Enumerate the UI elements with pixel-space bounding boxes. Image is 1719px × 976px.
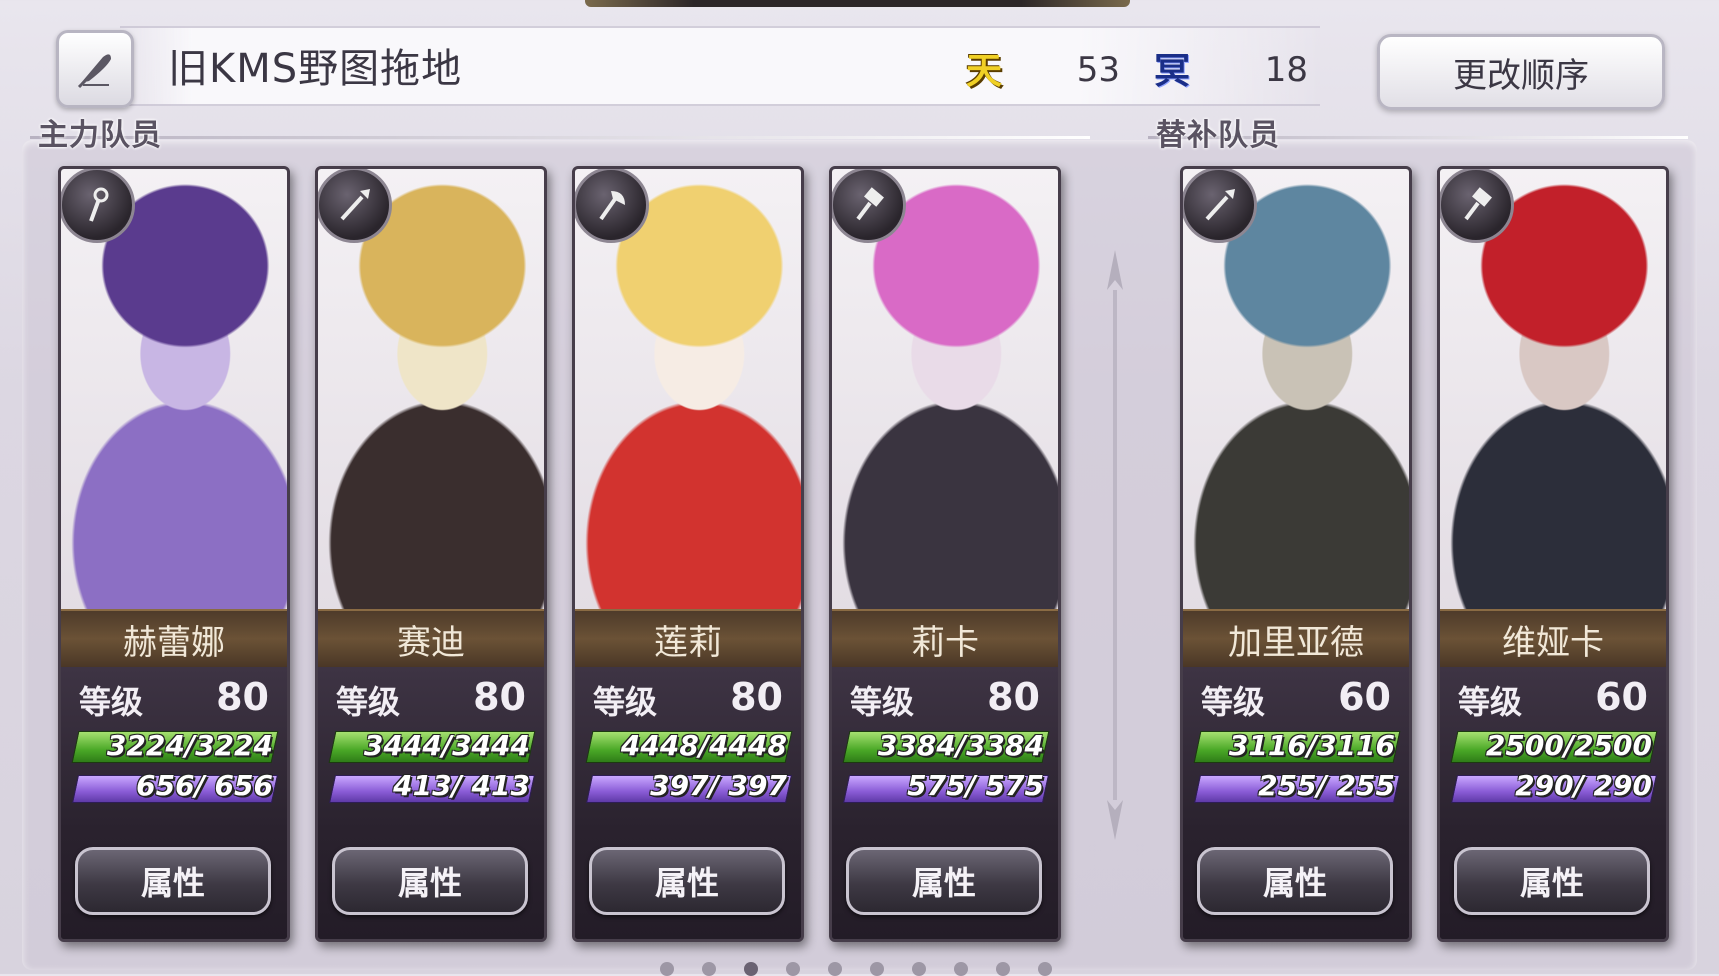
character-name: 赫蕾娜 <box>61 609 287 669</box>
character-stats: 等级 60 2500/2500 290/ 290 属性 <box>1440 667 1666 939</box>
level-value: 80 <box>216 675 269 719</box>
hp-value: 3116/3116 <box>1228 729 1395 762</box>
character-card[interactable]: 莲莉 等级 80 4448/4448 397/ 397 属性 <box>572 166 804 942</box>
spear-icon <box>1183 169 1257 243</box>
main-members-label: 主力队员 <box>38 118 162 153</box>
character-card[interactable]: 维娅卡 等级 60 2500/2500 290/ 290 属性 <box>1437 166 1669 942</box>
hammer-icon <box>832 169 906 243</box>
level-value: 60 <box>1338 675 1391 719</box>
level-label: 等级 <box>850 683 915 721</box>
level-value: 80 <box>473 675 526 719</box>
attributes-button[interactable]: 属性 <box>1454 847 1650 915</box>
sky-badge-icon: 天 <box>965 50 1002 92</box>
character-name: 加里亚德 <box>1183 609 1409 669</box>
level-value: 80 <box>730 675 783 719</box>
dark-count: 18 <box>1264 50 1308 90</box>
level-value: 60 <box>1595 675 1648 719</box>
mp-value: 255/ 255 <box>1258 769 1395 802</box>
hp-value: 3444/3444 <box>363 729 530 762</box>
character-name: 莉卡 <box>832 609 1058 669</box>
character-card[interactable]: 赫蕾娜 等级 80 3224/3224 656/ 656 属性 <box>58 166 290 942</box>
edit-team-name-button[interactable] <box>56 30 134 108</box>
mp-value: 413/ 413 <box>393 769 530 802</box>
sky-count: 53 <box>1076 50 1120 90</box>
level-label: 等级 <box>1458 683 1523 721</box>
character-card[interactable]: 加里亚德 等级 60 3116/3116 255/ 255 属性 <box>1180 166 1412 942</box>
character-card[interactable]: 莉卡 等级 80 3384/3384 575/ 575 属性 <box>829 166 1061 942</box>
spear-icon <box>318 169 392 243</box>
level-label: 等级 <box>1201 683 1266 721</box>
level-value: 80 <box>987 675 1040 719</box>
axe-icon <box>575 169 649 243</box>
mp-value: 656/ 656 <box>136 769 273 802</box>
attributes-button[interactable]: 属性 <box>1197 847 1393 915</box>
attributes-button[interactable]: 属性 <box>846 847 1042 915</box>
character-stats: 等级 60 3116/3116 255/ 255 属性 <box>1183 667 1409 939</box>
change-order-button[interactable]: 更改顺序 <box>1377 34 1665 110</box>
attributes-button[interactable]: 属性 <box>589 847 785 915</box>
character-stats: 等级 80 3224/3224 656/ 656 属性 <box>61 667 287 939</box>
level-label: 等级 <box>336 683 401 721</box>
staff-icon <box>61 169 135 243</box>
hammer-icon <box>1440 169 1514 243</box>
level-label: 等级 <box>79 683 144 721</box>
character-name: 维娅卡 <box>1440 609 1666 669</box>
level-label: 等级 <box>593 683 658 721</box>
mp-value: 290/ 290 <box>1515 769 1652 802</box>
mp-value: 575/ 575 <box>907 769 1044 802</box>
character-stats: 等级 80 3444/3444 413/ 413 属性 <box>318 667 544 939</box>
character-card[interactable]: 赛迪 等级 80 3444/3444 413/ 413 属性 <box>315 166 547 942</box>
feather-quill-icon <box>77 54 111 89</box>
reserve-members-label: 替补队员 <box>1156 118 1280 153</box>
hp-value: 4448/4448 <box>620 729 787 762</box>
character-name: 赛迪 <box>318 609 544 669</box>
dark-badge-icon: 冥 <box>1153 50 1190 92</box>
character-stats: 等级 80 4448/4448 397/ 397 属性 <box>575 667 801 939</box>
hp-value: 2500/2500 <box>1485 729 1652 762</box>
top-ornament <box>585 0 1130 7</box>
attributes-button[interactable]: 属性 <box>332 847 528 915</box>
main-section-line <box>30 136 1090 139</box>
hp-value: 3384/3384 <box>877 729 1044 762</box>
attributes-button[interactable]: 属性 <box>75 847 271 915</box>
character-name: 莲莉 <box>575 609 801 669</box>
section-divider <box>1107 250 1123 840</box>
hp-value: 3224/3224 <box>106 729 273 762</box>
mp-value: 397/ 397 <box>650 769 787 802</box>
page-indicator <box>660 962 1060 976</box>
team-name: 旧KMS野图拖地 <box>168 46 463 92</box>
character-stats: 等级 80 3384/3384 575/ 575 属性 <box>832 667 1058 939</box>
